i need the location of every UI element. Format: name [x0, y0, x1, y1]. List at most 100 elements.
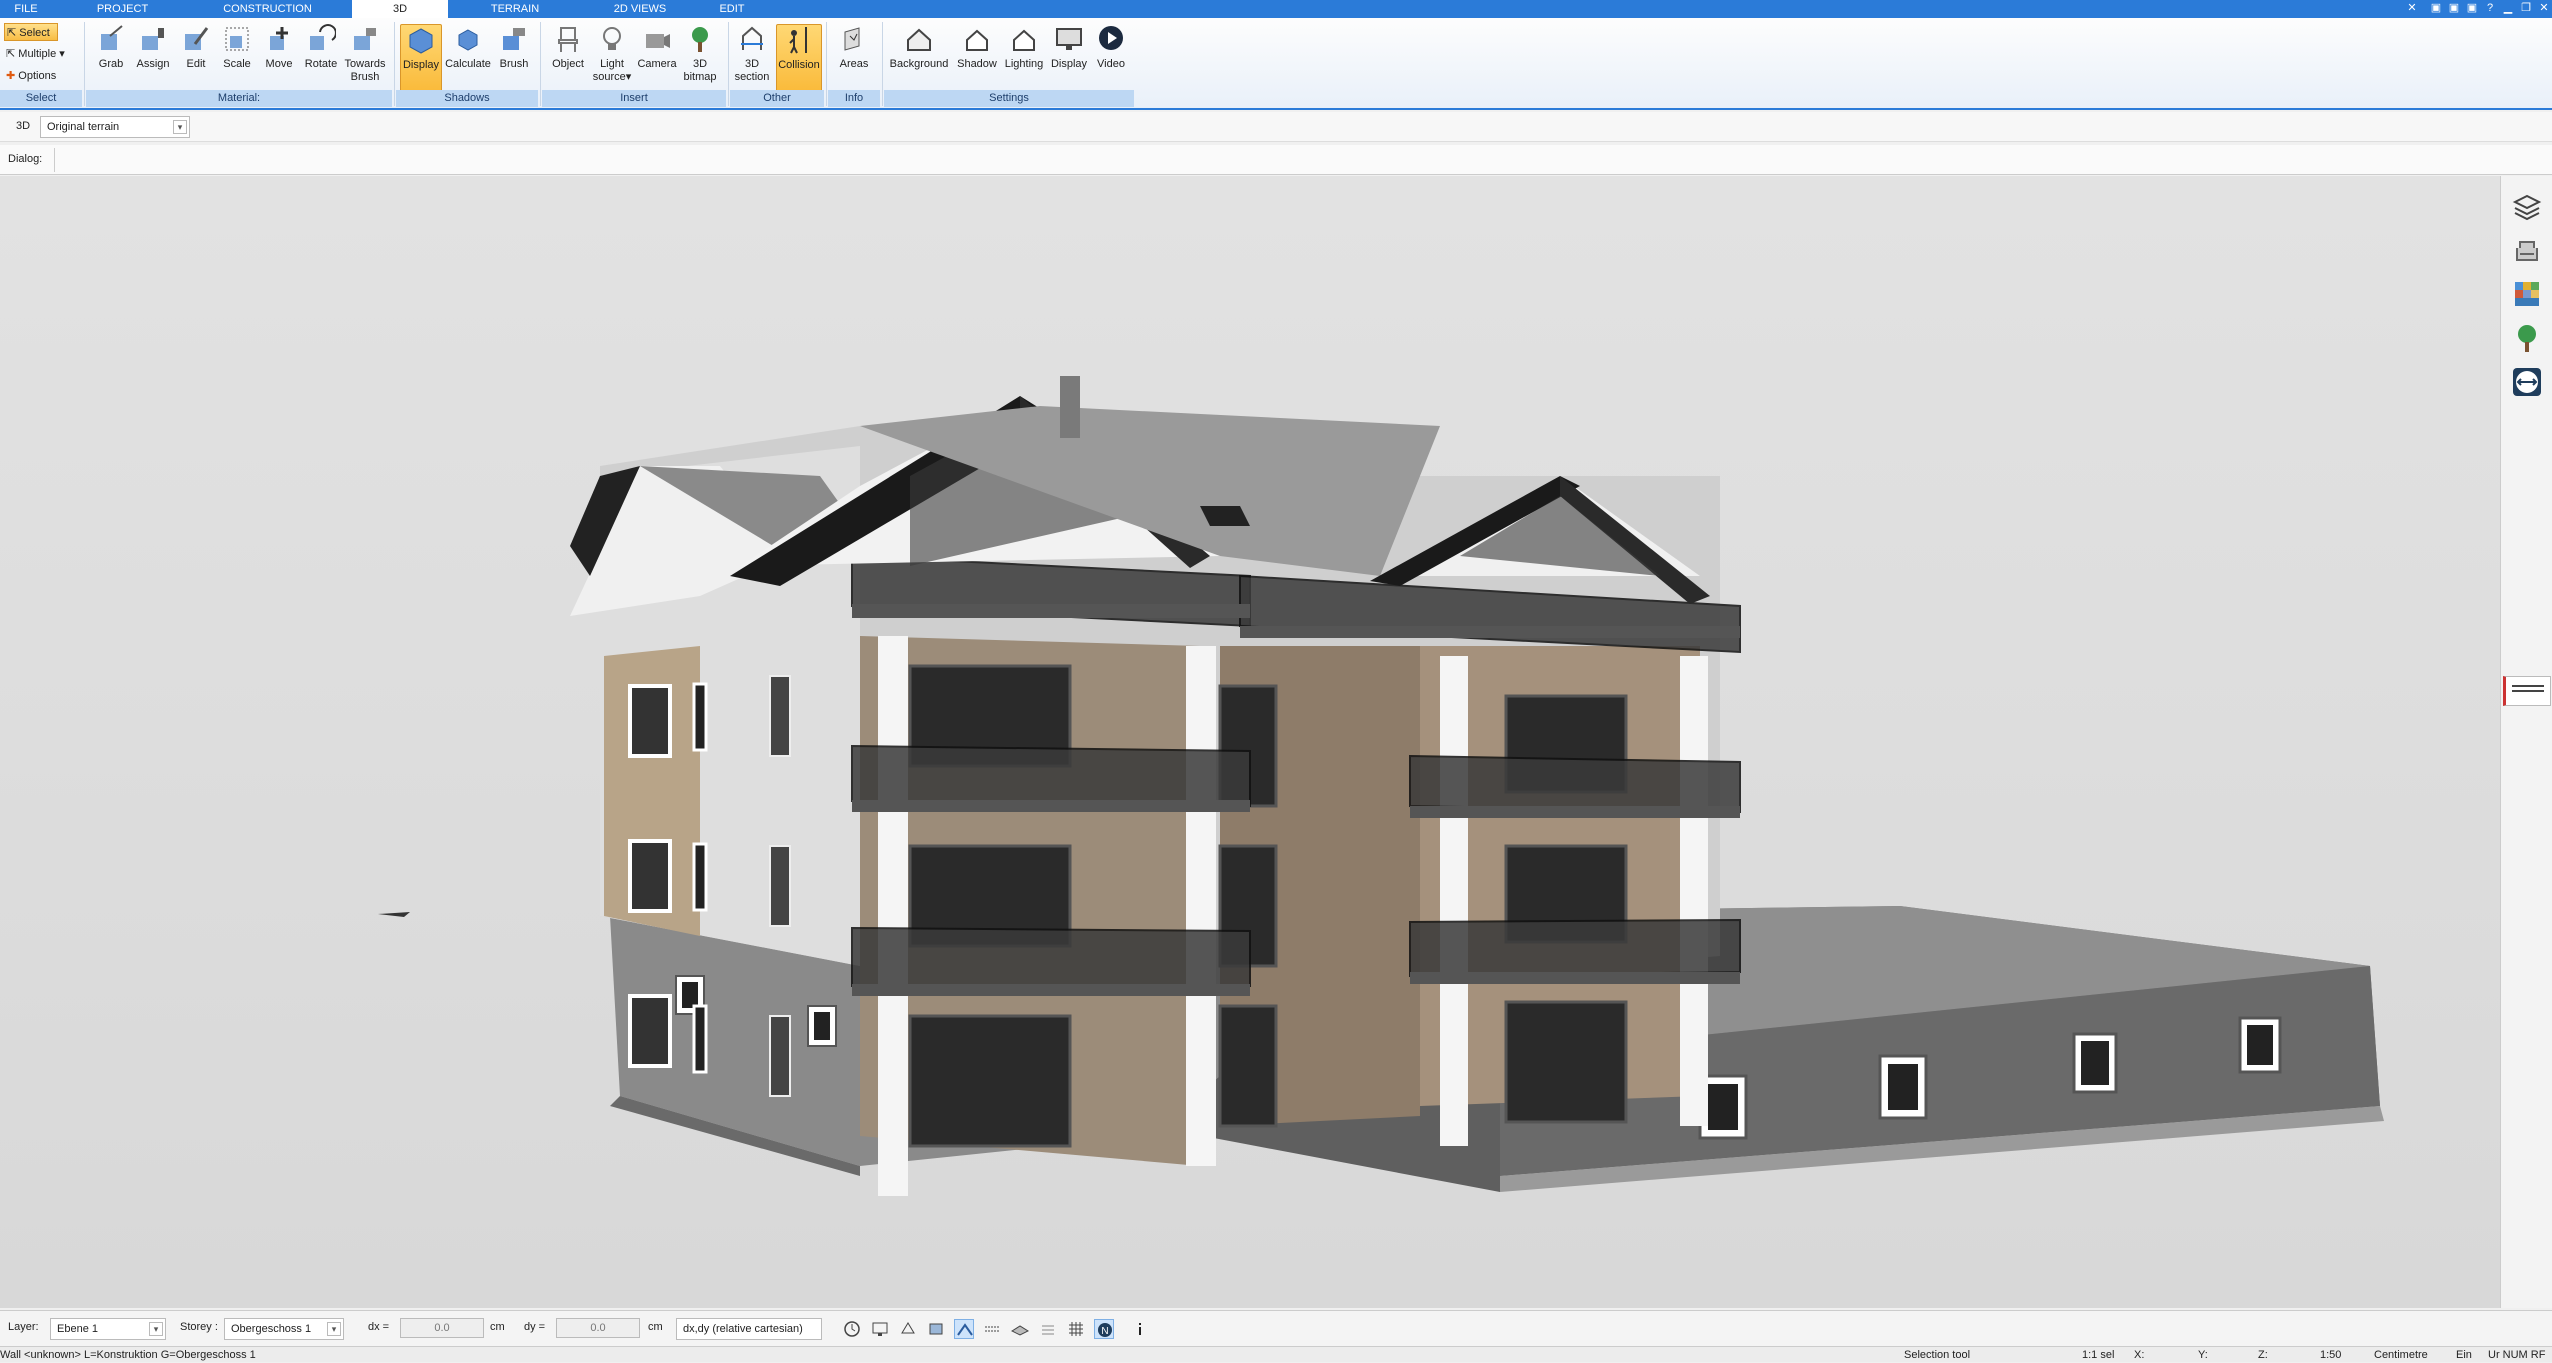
storey-dropdown[interactable]: Obergeschoss 1 ▾	[224, 1318, 344, 1340]
terrain-dropdown[interactable]: Original terrain ▾	[40, 116, 190, 138]
close-icon[interactable]: ✕	[2536, 1, 2552, 15]
divider	[84, 22, 85, 106]
grid-icon[interactable]	[1066, 1319, 1086, 1339]
z-coordinate: Z:	[2258, 1349, 2268, 1361]
scale-indicator: 1:50	[2320, 1349, 2342, 1361]
tree-icon[interactable]	[2511, 322, 2543, 354]
options-button[interactable]: ✚ Options	[4, 67, 84, 85]
assign-icon	[142, 28, 164, 50]
y-coordinate: Y:	[2198, 1349, 2208, 1361]
3d-viewport[interactable]	[0, 176, 2500, 1308]
group-shadows-label: Shadows	[396, 90, 538, 107]
chair-icon	[558, 27, 578, 52]
brush-icon	[503, 28, 525, 50]
dy-input[interactable]: 0.0	[556, 1318, 640, 1338]
dy-unit: cm	[648, 1321, 663, 1333]
section-icon	[741, 26, 763, 50]
multiple-icon: ⇱	[6, 48, 19, 60]
divider	[394, 22, 395, 106]
camera-icon	[646, 34, 670, 48]
scale-icon	[225, 27, 249, 51]
unit-indicator: Centimetre	[2374, 1349, 2428, 1361]
layer-dropdown[interactable]: Ebene 1 ▾	[50, 1318, 166, 1340]
group-insert-label: Insert	[542, 90, 726, 107]
divider	[728, 22, 729, 106]
tree-icon	[692, 27, 708, 52]
hatch-icon[interactable]	[982, 1319, 1002, 1339]
current-tool: Selection tool	[1904, 1349, 1971, 1361]
menu-tab-strip: FILE PROJECT CONSTRUCTION 3D TERRAIN 2D …	[0, 0, 2552, 18]
storey-label: Storey :	[180, 1321, 218, 1333]
north-icon[interactable]: N	[1094, 1319, 1114, 1339]
edit-icon	[185, 27, 209, 50]
group-select-label: Select	[0, 90, 82, 107]
dialog-label: Dialog:	[8, 153, 43, 165]
bottom-toolbar: Layer: Ebene 1 ▾ Storey : Obergeschoss 1 ▾…	[0, 1310, 2552, 1346]
tab-2d-views[interactable]: 2D VIEWS	[590, 0, 690, 18]
dx-unit: cm	[490, 1321, 505, 1333]
ribbon: ⇱ Select ⇱ Multiple ▾ ✚ Options Select G…	[0, 18, 2552, 110]
svg-text:N: N	[1101, 1326, 1108, 1337]
right-sidebar	[2500, 176, 2552, 1308]
tab-project[interactable]: PROJECT	[80, 0, 165, 18]
menu-icon	[2512, 685, 2544, 687]
layers-icon[interactable]	[926, 1319, 946, 1339]
x-coordinate: X:	[2134, 1349, 2145, 1361]
tab-3d[interactable]: 3D	[352, 0, 448, 18]
cursor-icon: ⇱	[7, 27, 20, 39]
angle-snap-icon[interactable]	[954, 1319, 974, 1339]
divider	[540, 22, 541, 106]
tab-edit[interactable]: EDIT	[710, 0, 754, 18]
selected-object-info: Wall <unknown> L=Konstruktion G=Obergesc…	[0, 1349, 256, 1361]
tab-file[interactable]: FILE	[0, 0, 52, 18]
house-icon	[907, 28, 931, 51]
tab-construction[interactable]: CONSTRUCTION	[210, 0, 325, 18]
layer-label: Layer:	[8, 1321, 39, 1333]
chevron-down-icon: ▾	[625, 71, 632, 83]
cube-icon	[458, 29, 478, 51]
chevron-down-icon: ▾	[327, 1322, 341, 1336]
stack-icon[interactable]	[1038, 1319, 1058, 1339]
monitor-icon	[1056, 28, 1082, 50]
group-settings-label: Settings	[884, 90, 1134, 107]
monitor-icon[interactable]	[870, 1319, 890, 1339]
armchair-icon[interactable]	[2511, 234, 2543, 266]
selection-count: 1:1 sel	[2082, 1349, 2115, 1361]
dx-input[interactable]: 0.0	[400, 1318, 484, 1338]
ein-indicator: Ein	[2456, 1349, 2472, 1361]
house-icon	[1013, 29, 1035, 51]
minimize-icon[interactable]: ▁	[2500, 1, 2516, 15]
window-icon[interactable]: ▣	[2464, 1, 2480, 15]
status-line: Wall <unknown> L=Konstruktion G=Obergesc…	[0, 1346, 2552, 1362]
snap-icon[interactable]	[898, 1319, 918, 1339]
window-icon[interactable]: ▣	[2446, 1, 2462, 15]
tools-icon[interactable]: ✕	[2404, 1, 2420, 15]
collision-icon	[789, 27, 807, 54]
grab-icon	[101, 25, 123, 50]
tab-terrain[interactable]: TERRAIN	[470, 0, 560, 18]
clock-icon[interactable]	[842, 1319, 862, 1339]
divider	[54, 148, 55, 172]
play-icon	[1099, 26, 1123, 50]
sidebar-toggle-handle[interactable]	[2503, 676, 2551, 706]
help-icon[interactable]: ?	[2482, 1, 2498, 15]
layers-icon[interactable]	[2511, 190, 2543, 222]
info-icon[interactable]	[1130, 1319, 1150, 1339]
plane-icon[interactable]	[1010, 1319, 1030, 1339]
building-3d-render[interactable]	[0, 176, 2500, 1308]
dx-label: dx =	[368, 1321, 390, 1333]
window-icon[interactable]: ▣	[2428, 1, 2444, 15]
group-other-label: Other	[730, 90, 824, 107]
plus-icon: ✚	[6, 70, 19, 82]
materials-icon[interactable]	[2511, 278, 2543, 310]
multiple-button[interactable]: ⇱ Multiple ▾	[4, 45, 84, 63]
coordinate-mode-dropdown[interactable]: dx,dy (relative cartesian)	[676, 1318, 822, 1340]
move-icon	[270, 27, 288, 50]
restore-icon[interactable]: ❐	[2518, 1, 2534, 15]
dy-label: dy =	[524, 1321, 546, 1333]
dialog-row: Dialog:	[0, 145, 2552, 175]
brush-icon	[354, 28, 376, 50]
select-button[interactable]: ⇱ Select	[4, 23, 58, 41]
divider	[882, 22, 883, 106]
remote-support-icon[interactable]	[2511, 366, 2543, 398]
